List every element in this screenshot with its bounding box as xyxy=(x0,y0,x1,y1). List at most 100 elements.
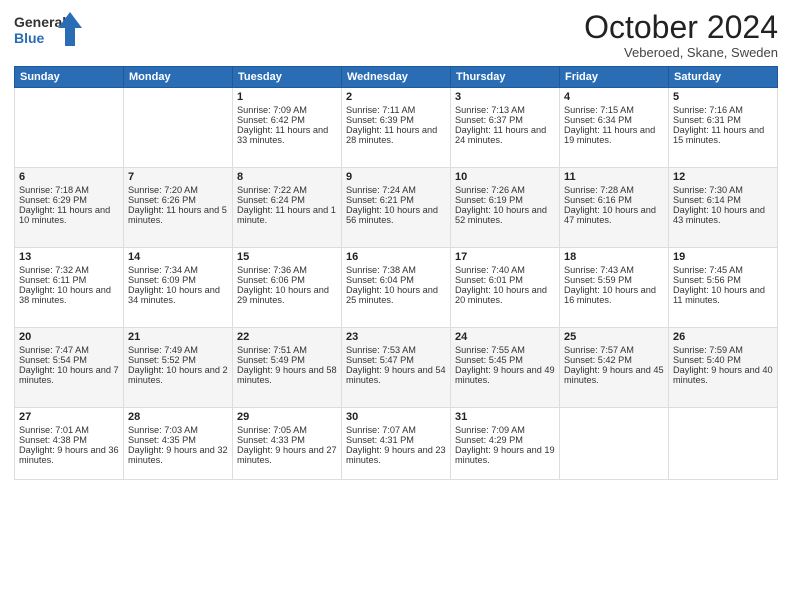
sunrise: Sunrise: 7:11 AM xyxy=(346,105,415,115)
sunset: Sunset: 4:33 PM xyxy=(237,435,305,445)
month-title: October 2024 xyxy=(584,10,778,45)
sunset: Sunset: 5:56 PM xyxy=(673,275,741,285)
sunrise: Sunrise: 7:26 AM xyxy=(455,185,525,195)
sunset: Sunset: 6:11 PM xyxy=(19,275,86,285)
col-thursday: Thursday xyxy=(451,67,560,88)
table-row: 28Sunrise: 7:03 AMSunset: 4:35 PMDayligh… xyxy=(124,408,233,480)
daylight: Daylight: 9 hours and 36 minutes. xyxy=(19,445,119,465)
sunrise: Sunrise: 7:43 AM xyxy=(564,265,634,275)
day-number: 6 xyxy=(19,171,119,183)
day-number: 7 xyxy=(128,171,228,183)
sunrise: Sunrise: 7:07 AM xyxy=(346,425,416,435)
day-number: 23 xyxy=(346,331,446,343)
sunset: Sunset: 5:42 PM xyxy=(564,355,632,365)
table-row xyxy=(15,88,124,168)
daylight: Daylight: 10 hours and 2 minutes. xyxy=(128,365,228,385)
daylight: Daylight: 11 hours and 33 minutes. xyxy=(237,125,328,145)
col-saturday: Saturday xyxy=(669,67,778,88)
sunrise: Sunrise: 7:36 AM xyxy=(237,265,307,275)
table-row: 11Sunrise: 7:28 AMSunset: 6:16 PMDayligh… xyxy=(560,168,669,248)
sunrise: Sunrise: 7:01 AM xyxy=(19,425,89,435)
table-row: 14Sunrise: 7:34 AMSunset: 6:09 PMDayligh… xyxy=(124,248,233,328)
svg-text:Blue: Blue xyxy=(14,30,45,46)
sunset: Sunset: 6:16 PM xyxy=(564,195,632,205)
sunrise: Sunrise: 7:34 AM xyxy=(128,265,198,275)
day-number: 18 xyxy=(564,251,664,263)
day-number: 28 xyxy=(128,411,228,423)
table-row xyxy=(669,408,778,480)
sunrise: Sunrise: 7:57 AM xyxy=(564,345,634,355)
location: Veberoed, Skane, Sweden xyxy=(584,45,778,60)
sunset: Sunset: 6:31 PM xyxy=(673,115,741,125)
daylight: Daylight: 10 hours and 47 minutes. xyxy=(564,205,656,225)
daylight: Daylight: 10 hours and 56 minutes. xyxy=(346,205,438,225)
sunset: Sunset: 5:59 PM xyxy=(564,275,632,285)
table-row: 2Sunrise: 7:11 AMSunset: 6:39 PMDaylight… xyxy=(342,88,451,168)
sunrise: Sunrise: 7:09 AM xyxy=(237,105,307,115)
sunset: Sunset: 6:21 PM xyxy=(346,195,414,205)
day-number: 19 xyxy=(673,251,773,263)
sunrise: Sunrise: 7:30 AM xyxy=(673,185,743,195)
sunset: Sunset: 5:40 PM xyxy=(673,355,741,365)
daylight: Daylight: 10 hours and 43 minutes. xyxy=(673,205,765,225)
sunrise: Sunrise: 7:24 AM xyxy=(346,185,416,195)
sunrise: Sunrise: 7:47 AM xyxy=(19,345,89,355)
daylight: Daylight: 10 hours and 16 minutes. xyxy=(564,285,656,305)
day-number: 2 xyxy=(346,91,446,103)
daylight: Daylight: 9 hours and 23 minutes. xyxy=(346,445,446,465)
table-row xyxy=(560,408,669,480)
daylight: Daylight: 9 hours and 45 minutes. xyxy=(564,365,664,385)
sunset: Sunset: 6:14 PM xyxy=(673,195,741,205)
daylight: Daylight: 10 hours and 25 minutes. xyxy=(346,285,438,305)
sunrise: Sunrise: 7:05 AM xyxy=(237,425,307,435)
table-row: 19Sunrise: 7:45 AMSunset: 5:56 PMDayligh… xyxy=(669,248,778,328)
sunset: Sunset: 5:47 PM xyxy=(346,355,414,365)
table-row: 10Sunrise: 7:26 AMSunset: 6:19 PMDayligh… xyxy=(451,168,560,248)
daylight: Daylight: 11 hours and 1 minute. xyxy=(237,205,336,225)
table-row: 12Sunrise: 7:30 AMSunset: 6:14 PMDayligh… xyxy=(669,168,778,248)
page-header: General Blue October 2024 Veberoed, Skan… xyxy=(14,10,778,60)
table-row: 4Sunrise: 7:15 AMSunset: 6:34 PMDaylight… xyxy=(560,88,669,168)
table-row: 18 Sunrise: 7:43 AMSunset: 5:59 PMDayligh… xyxy=(560,248,669,328)
daylight: Daylight: 10 hours and 7 minutes. xyxy=(19,365,119,385)
calendar-header-row: Sunday Monday Tuesday Wednesday Thursday… xyxy=(15,67,778,88)
sunset: Sunset: 6:06 PM xyxy=(237,275,305,285)
daylight: Daylight: 9 hours and 32 minutes. xyxy=(128,445,228,465)
sunset: Sunset: 6:24 PM xyxy=(237,195,305,205)
table-row: 7Sunrise: 7:20 AMSunset: 6:26 PMDaylight… xyxy=(124,168,233,248)
day-number: 30 xyxy=(346,411,446,423)
day-number: 21 xyxy=(128,331,228,343)
sunrise: Sunrise: 7:53 AM xyxy=(346,345,416,355)
daylight: Daylight: 11 hours and 10 minutes. xyxy=(19,205,110,225)
sunset: Sunset: 6:26 PM xyxy=(128,195,196,205)
table-row: 13Sunrise: 7:32 AMSunset: 6:11 PMDayligh… xyxy=(15,248,124,328)
day-number: 5 xyxy=(673,91,773,103)
sunrise: Sunrise: 7:20 AM xyxy=(128,185,198,195)
sunset: Sunset: 5:52 PM xyxy=(128,355,196,365)
sunrise: Sunrise: 7:55 AM xyxy=(455,345,525,355)
col-sunday: Sunday xyxy=(15,67,124,88)
daylight: Daylight: 9 hours and 19 minutes. xyxy=(455,445,555,465)
day-number: 29 xyxy=(237,411,337,423)
day-number: 13 xyxy=(19,251,119,263)
sunrise: Sunrise: 7:22 AM xyxy=(237,185,307,195)
daylight: Daylight: 9 hours and 49 minutes. xyxy=(455,365,555,385)
sunset: Sunset: 6:34 PM xyxy=(564,115,632,125)
sunrise: Sunrise: 7:45 AM xyxy=(673,265,743,275)
sunset: Sunset: 6:39 PM xyxy=(346,115,414,125)
sunset: Sunset: 5:45 PM xyxy=(455,355,523,365)
day-number: 20 xyxy=(19,331,119,343)
daylight: Daylight: 9 hours and 58 minutes. xyxy=(237,365,337,385)
daylight: Daylight: 9 hours and 27 minutes. xyxy=(237,445,337,465)
table-row: 8Sunrise: 7:22 AMSunset: 6:24 PMDaylight… xyxy=(233,168,342,248)
table-row: 22Sunrise: 7:51 AMSunset: 5:49 PMDayligh… xyxy=(233,328,342,408)
sunset: Sunset: 6:04 PM xyxy=(346,275,414,285)
daylight: Daylight: 10 hours and 29 minutes. xyxy=(237,285,329,305)
table-row: 15Sunrise: 7:36 AMSunset: 6:06 PMDayligh… xyxy=(233,248,342,328)
table-row: 30 Sunrise: 7:07 AMSunset: 4:31 PMDayligh… xyxy=(342,408,451,480)
sunset: Sunset: 6:29 PM xyxy=(19,195,87,205)
daylight: Daylight: 11 hours and 19 minutes. xyxy=(564,125,655,145)
table-row: 27Sunrise: 7:01 AMSunset: 4:38 PMDayligh… xyxy=(15,408,124,480)
sunset: Sunset: 4:31 PM xyxy=(346,435,414,445)
daylight: Daylight: 10 hours and 52 minutes. xyxy=(455,205,547,225)
